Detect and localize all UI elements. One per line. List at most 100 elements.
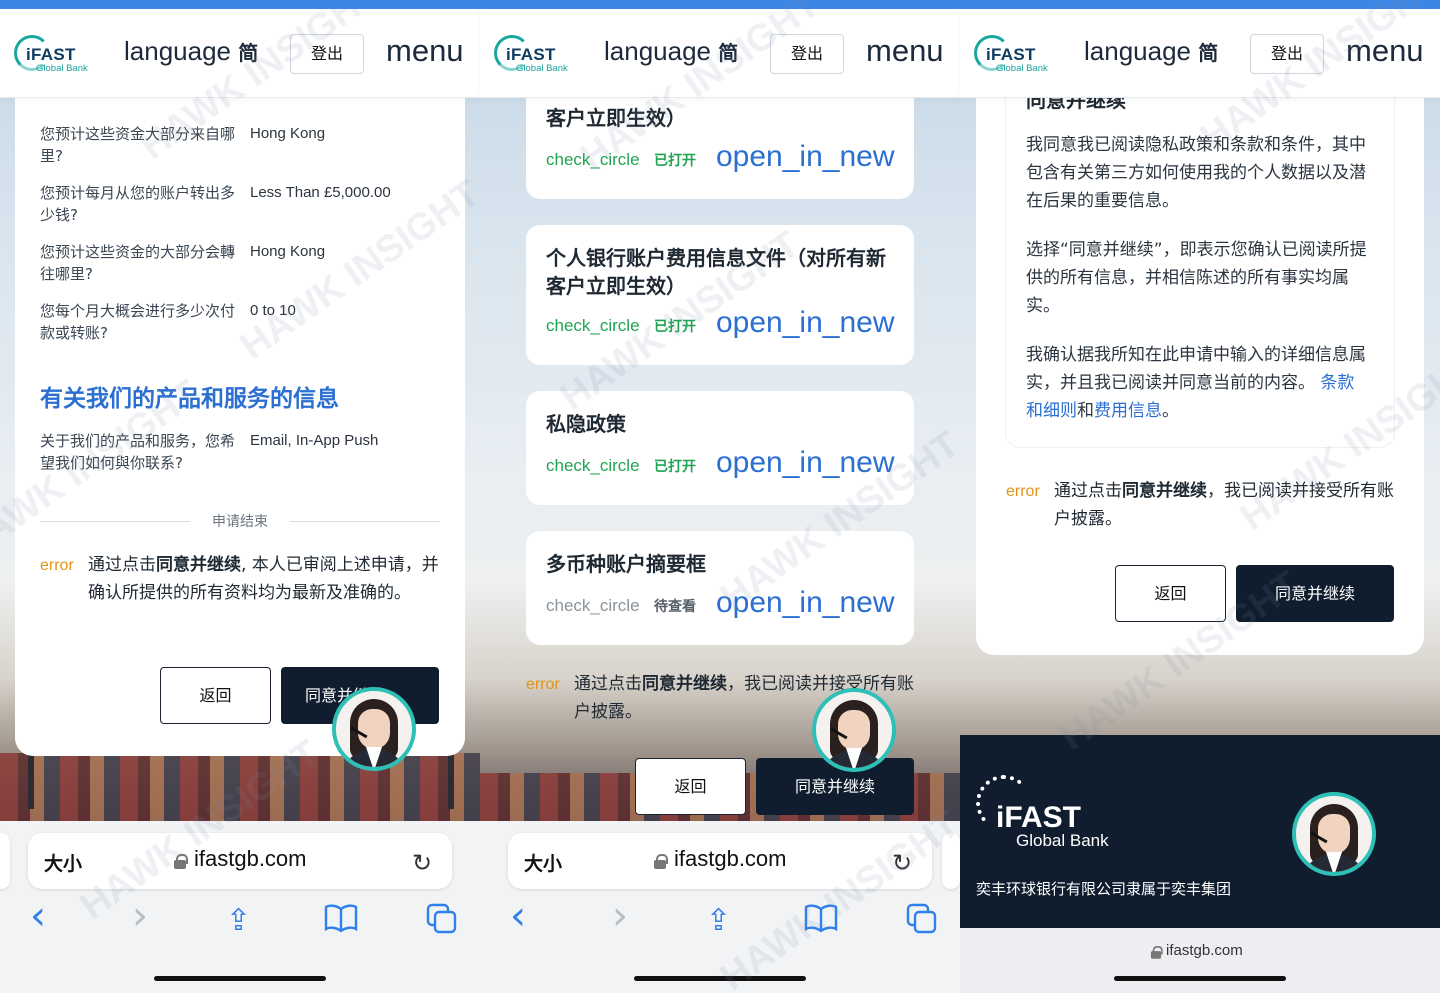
- support-agent-avatar[interactable]: [1292, 792, 1376, 876]
- home-indicator: [1114, 976, 1286, 981]
- address-bar[interactable]: 大小 ifastgb.com ↻: [508, 833, 932, 889]
- language-switcher[interactable]: language 简: [604, 36, 738, 67]
- menu-button[interactable]: menu: [866, 33, 944, 69]
- safari-toolbar: 大小 ifastgb.com ↻ ‹ › ⇪: [480, 821, 960, 993]
- language-switcher[interactable]: language 简: [124, 36, 258, 67]
- consent-notice: 通过点击同意并继续, 本人已审阅上述申请，并确认所提供的所有资料均为最新及准确的…: [88, 551, 440, 607]
- tabs-icon[interactable]: [426, 903, 458, 943]
- site-header: iFAST Global Bank language 简 登出 menu: [0, 9, 480, 98]
- agree-continue-button[interactable]: 同意并继续: [1236, 565, 1394, 622]
- forward-icon[interactable]: ›: [612, 893, 628, 939]
- logo-text: iFAST: [26, 45, 76, 64]
- application-end-label: 申请结束: [212, 514, 268, 530]
- menu-button[interactable]: menu: [386, 33, 464, 69]
- qa-answer: Less Than £5,000.00: [250, 184, 391, 201]
- reload-icon[interactable]: ↻: [412, 849, 432, 877]
- consent-text: 通过点击: [1054, 481, 1122, 501]
- footer-company-text: 奕丰环球银行有限公司隶属于奕丰集团: [976, 880, 1232, 898]
- consent-notice: 通过点击同意并继续，我已阅读并接受所有账户披露。: [1054, 477, 1399, 533]
- top-accent-bar: [0, 0, 1440, 9]
- open-in-new-icon[interactable]: open_in_new: [716, 446, 895, 480]
- url-text: ifastgb.com: [674, 846, 787, 871]
- url-text: ifastgb.com: [1166, 942, 1243, 959]
- language-label: language: [1084, 36, 1191, 66]
- declaration-text: 我确认据我所知在此申请中输入的详细信息属实，并且我已阅读并同意当前的内容。: [1026, 345, 1366, 393]
- qa-answer: Hong Kong: [250, 125, 326, 142]
- language-glyph: 简: [718, 43, 739, 65]
- reload-icon[interactable]: ↻: [892, 849, 912, 877]
- check-circle-icon: check_circle: [546, 150, 640, 169]
- open-in-new-icon[interactable]: open_in_new: [716, 140, 895, 174]
- consent-bold: 同意并继续: [1122, 481, 1207, 501]
- tabs-icon[interactable]: [906, 903, 938, 943]
- lock-icon: [1150, 946, 1163, 959]
- back-button[interactable]: 返回: [160, 667, 271, 724]
- address-bar[interactable]: 大小 ifastgb.com ↻: [28, 833, 452, 889]
- logout-button[interactable]: 登出: [290, 34, 364, 74]
- logo-subtext: Global Bank: [36, 63, 88, 74]
- document-status: 已打开: [654, 153, 696, 169]
- document-title: 多币种账户摘要框: [546, 552, 706, 576]
- menu-button[interactable]: menu: [1346, 33, 1424, 69]
- fees-link[interactable]: 费用信息: [1094, 401, 1162, 421]
- document-title: 私隐政策: [546, 412, 626, 436]
- language-label: language: [124, 36, 231, 66]
- qa-question: 您每个月大概会进行多少次付款或转账?: [40, 302, 236, 342]
- bookmarks-icon[interactable]: [804, 903, 838, 941]
- declaration-paragraph: 我确认据我所知在此申请中输入的详细信息属实，并且我已阅读并同意当前的内容。 条款…: [1026, 341, 1371, 425]
- check-circle-icon: check_circle: [546, 456, 640, 475]
- qa-answer: Email, In-App Push: [250, 432, 379, 449]
- logo-text: iFAST: [986, 45, 1036, 64]
- consent-text: 通过点击: [88, 555, 156, 575]
- language-switcher[interactable]: language 简: [1084, 36, 1218, 67]
- document-title: 客户立即生效）: [546, 106, 686, 130]
- ifast-logo[interactable]: iFAST Global Bank: [14, 33, 98, 77]
- ifast-logo[interactable]: iFAST Global Bank: [494, 33, 578, 77]
- forward-icon[interactable]: ›: [132, 893, 148, 939]
- site-header: iFAST Global Bank language 简 登出 menu: [960, 9, 1440, 98]
- previous-tab-edge[interactable]: [0, 833, 10, 889]
- logo-text: iFAST: [506, 45, 556, 64]
- qa-answer: Hong Kong: [250, 243, 326, 260]
- consent-bold: 同意并继续: [156, 555, 241, 575]
- qa-answer: 0 to 10: [250, 302, 296, 319]
- qa-question: 您预计这些资金大部分来自哪里?: [40, 125, 236, 165]
- check-circle-icon: check_circle: [546, 316, 640, 335]
- support-agent-avatar[interactable]: [332, 687, 416, 771]
- declaration-paragraph: 我同意我已阅读隐私政策和条款和条件，其中包含有关第三方如何使用我的个人数据以及潜…: [1026, 135, 1366, 211]
- collapsed-address-bar[interactable]: ifastgb.com: [960, 928, 1440, 993]
- share-icon[interactable]: ⇪: [706, 903, 731, 938]
- document-status: 已打开: [654, 459, 696, 475]
- lock-icon: [654, 854, 668, 869]
- safari-toolbar: 大小 ifastgb.com ↻ ‹ › ⇪: [0, 821, 480, 993]
- open-in-new-icon[interactable]: open_in_new: [716, 586, 895, 620]
- url-text: ifastgb.com: [194, 846, 307, 871]
- back-button[interactable]: 返回: [635, 758, 746, 815]
- section-title: 有关我们的产品和服务的信息: [40, 386, 339, 412]
- text-size-button[interactable]: 大小: [44, 849, 82, 876]
- error-icon: error: [1006, 483, 1040, 500]
- language-label: language: [604, 36, 711, 66]
- open-in-new-icon[interactable]: open_in_new: [716, 306, 895, 340]
- back-button[interactable]: 返回: [1115, 565, 1226, 622]
- logo-subtext: Global Bank: [516, 63, 568, 74]
- document-title: 个人银行账户费用信息文件（对所有新客户立即生效）: [546, 246, 886, 298]
- application-end-divider: 申请结束: [40, 511, 440, 531]
- support-agent-avatar[interactable]: [812, 688, 896, 772]
- home-indicator: [634, 976, 806, 981]
- logout-button[interactable]: 登出: [1250, 34, 1324, 74]
- logout-button[interactable]: 登出: [770, 34, 844, 74]
- share-icon[interactable]: ⇪: [226, 903, 251, 938]
- consent-bold: 同意并继续: [642, 674, 727, 694]
- text-size-button[interactable]: 大小: [524, 849, 562, 876]
- bookmarks-icon[interactable]: [324, 903, 358, 941]
- screenshot-panel-1: 您预计这些资金大部分来自哪里? Hong Kong 您预计每月从您的账户转出多少…: [0, 9, 480, 993]
- ifast-logo[interactable]: iFAST Global Bank: [974, 33, 1058, 77]
- home-indicator: [154, 976, 326, 981]
- footer-logo-subtext: Global Bank: [1016, 831, 1109, 850]
- qa-question: 您预计每月从您的账户转出多少钱?: [40, 184, 236, 224]
- next-tab-edge[interactable]: [942, 833, 960, 889]
- back-icon[interactable]: ‹: [30, 893, 46, 939]
- logo-subtext: Global Bank: [996, 63, 1048, 74]
- back-icon[interactable]: ‹: [510, 893, 526, 939]
